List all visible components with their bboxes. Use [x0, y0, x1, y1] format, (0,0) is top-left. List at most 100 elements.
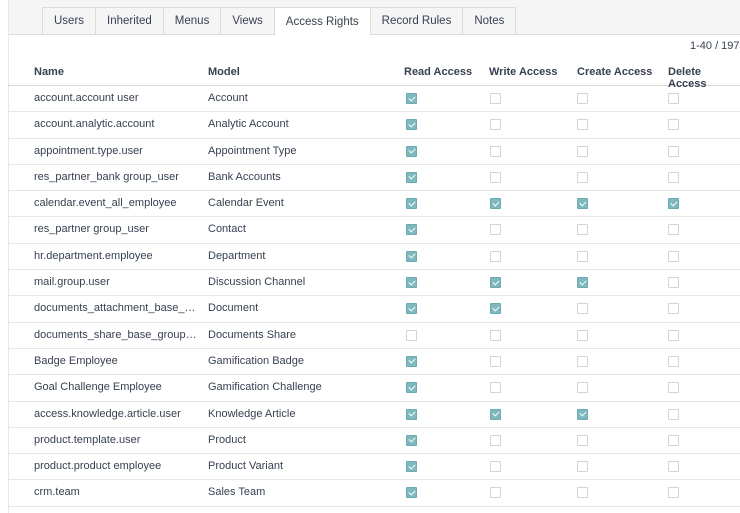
delete-access-checkbox[interactable]	[668, 303, 679, 315]
read-access-checkbox[interactable]	[406, 145, 417, 157]
write-access-checkbox[interactable]	[490, 277, 501, 289]
create-access-checkbox[interactable]	[577, 224, 588, 236]
delete-access-checkbox[interactable]	[668, 382, 679, 394]
write-access-checkbox[interactable]	[490, 250, 501, 262]
row-model: Gamification Challenge	[208, 381, 322, 394]
write-access-checkbox[interactable]	[490, 487, 501, 499]
write-access-checkbox[interactable]	[490, 119, 501, 131]
write-access-checkbox[interactable]	[490, 93, 501, 104]
table-row[interactable]: appointment.type.user Appointment Type	[8, 139, 740, 165]
delete-access-checkbox[interactable]	[668, 145, 679, 157]
tab-menus[interactable]: Menus	[162, 7, 222, 34]
column-header-write[interactable]: Write Access	[489, 66, 557, 78]
write-access-checkbox[interactable]	[490, 198, 501, 210]
table-row[interactable]: calendar.event_all_employee Calendar Even…	[8, 191, 740, 218]
read-access-checkbox[interactable]	[406, 461, 417, 473]
tab-inherited[interactable]: Inherited	[95, 7, 164, 34]
write-access-checkbox[interactable]	[490, 171, 501, 183]
delete-access-checkbox[interactable]	[668, 198, 679, 210]
read-access-checkbox[interactable]	[406, 408, 417, 420]
tab-record-rules[interactable]: Record Rules	[369, 7, 464, 34]
table-row[interactable]: Goal Challenge Employee Gamification Chal…	[8, 375, 740, 402]
read-access-checkbox[interactable]	[406, 382, 417, 394]
tab-users[interactable]: Users	[42, 7, 97, 34]
delete-access-checkbox[interactable]	[668, 355, 679, 367]
write-access-checkbox[interactable]	[490, 303, 501, 315]
create-access-checkbox[interactable]	[577, 408, 588, 420]
create-access-checkbox[interactable]	[577, 303, 588, 315]
delete-access-checkbox[interactable]	[668, 224, 679, 236]
row-name: appointment.type.user	[34, 144, 143, 157]
create-access-checkbox[interactable]	[577, 355, 588, 367]
read-access-checkbox[interactable]	[406, 434, 417, 446]
table-row[interactable]: Badge Employee Gamification Badge	[8, 349, 740, 376]
read-access-checkbox[interactable]	[406, 355, 417, 367]
create-access-checkbox[interactable]	[577, 171, 588, 183]
row-model: Product Variant	[208, 460, 284, 473]
read-access-checkbox[interactable]	[406, 303, 417, 315]
create-access-checkbox[interactable]	[577, 198, 588, 210]
write-access-checkbox[interactable]	[490, 461, 501, 473]
table-row[interactable]: account.analytic.account Analytic Account	[8, 112, 740, 139]
table-row[interactable]: res_partner_bank group_user Bank Accounts	[8, 165, 740, 192]
read-access-checkbox[interactable]	[406, 250, 417, 262]
read-access-checkbox[interactable]	[406, 93, 417, 104]
delete-access-checkbox[interactable]	[668, 434, 679, 446]
write-access-checkbox[interactable]	[490, 224, 501, 236]
delete-access-checkbox[interactable]	[668, 461, 679, 473]
table-row[interactable]: res_partner group_user Contact	[8, 217, 740, 244]
table-row[interactable]: product.product employee Product Variant	[8, 454, 740, 481]
tab-access-rights[interactable]: Access Rights	[273, 7, 371, 36]
read-access-checkbox[interactable]	[406, 119, 417, 131]
delete-access-checkbox[interactable]	[668, 487, 679, 499]
row-name: calendar.event_all_employee	[34, 197, 177, 210]
read-access-checkbox[interactable]	[406, 277, 417, 289]
write-access-checkbox[interactable]	[490, 329, 501, 341]
create-access-checkbox[interactable]	[577, 461, 588, 473]
table-row[interactable]: crm.team Sales Team	[8, 480, 740, 507]
create-access-checkbox[interactable]	[577, 382, 588, 394]
read-access-checkbox[interactable]	[406, 487, 417, 499]
create-access-checkbox[interactable]	[577, 434, 588, 446]
row-name: hr.department.employee	[34, 249, 153, 262]
write-access-checkbox[interactable]	[490, 382, 501, 394]
table-row[interactable]: access.knowledge.article.user Knowledge A…	[8, 402, 740, 428]
table-row[interactable]: account.account user Account	[8, 86, 740, 113]
delete-access-checkbox[interactable]	[668, 408, 679, 420]
read-access-checkbox[interactable]	[406, 198, 417, 210]
column-header-model[interactable]: Model	[208, 66, 240, 78]
write-access-checkbox[interactable]	[490, 408, 501, 420]
write-access-checkbox[interactable]	[490, 434, 501, 446]
delete-access-checkbox[interactable]	[668, 119, 679, 131]
column-header-create[interactable]: Create Access	[577, 66, 652, 78]
write-access-checkbox[interactable]	[490, 145, 501, 157]
table-row[interactable]: documents_attachment_base_gro... Document	[8, 296, 740, 323]
delete-access-checkbox[interactable]	[668, 171, 679, 183]
delete-access-checkbox[interactable]	[668, 250, 679, 262]
delete-access-checkbox[interactable]	[668, 93, 679, 104]
pager-value[interactable]: 1-40 / 197	[690, 40, 740, 52]
table-row[interactable]: product.template.user Product	[8, 428, 740, 455]
create-access-checkbox[interactable]	[577, 145, 588, 157]
create-access-checkbox[interactable]	[577, 250, 588, 262]
read-access-checkbox[interactable]	[406, 329, 417, 341]
create-access-checkbox[interactable]	[577, 487, 588, 499]
tab-views[interactable]: Views	[220, 7, 275, 34]
table-row[interactable]: documents_share_base_group_user Documents…	[8, 323, 740, 349]
read-access-checkbox[interactable]	[406, 224, 417, 236]
tab-notes[interactable]: Notes	[462, 7, 517, 34]
delete-access-checkbox[interactable]	[668, 329, 679, 341]
create-access-checkbox[interactable]	[577, 277, 588, 289]
column-header-read[interactable]: Read Access	[404, 66, 472, 78]
row-model: Knowledge Article	[208, 407, 296, 420]
table-row[interactable]: mail.group.user Discussion Channel	[8, 270, 740, 297]
create-access-checkbox[interactable]	[577, 93, 588, 104]
table-row[interactable]: hr.department.employee Department	[8, 244, 740, 271]
delete-access-checkbox[interactable]	[668, 277, 679, 289]
create-access-checkbox[interactable]	[577, 329, 588, 341]
write-access-checkbox[interactable]	[490, 355, 501, 367]
row-name: product.product employee	[34, 460, 162, 473]
column-header-name[interactable]: Name	[34, 66, 64, 78]
read-access-checkbox[interactable]	[406, 171, 417, 183]
create-access-checkbox[interactable]	[577, 119, 588, 131]
